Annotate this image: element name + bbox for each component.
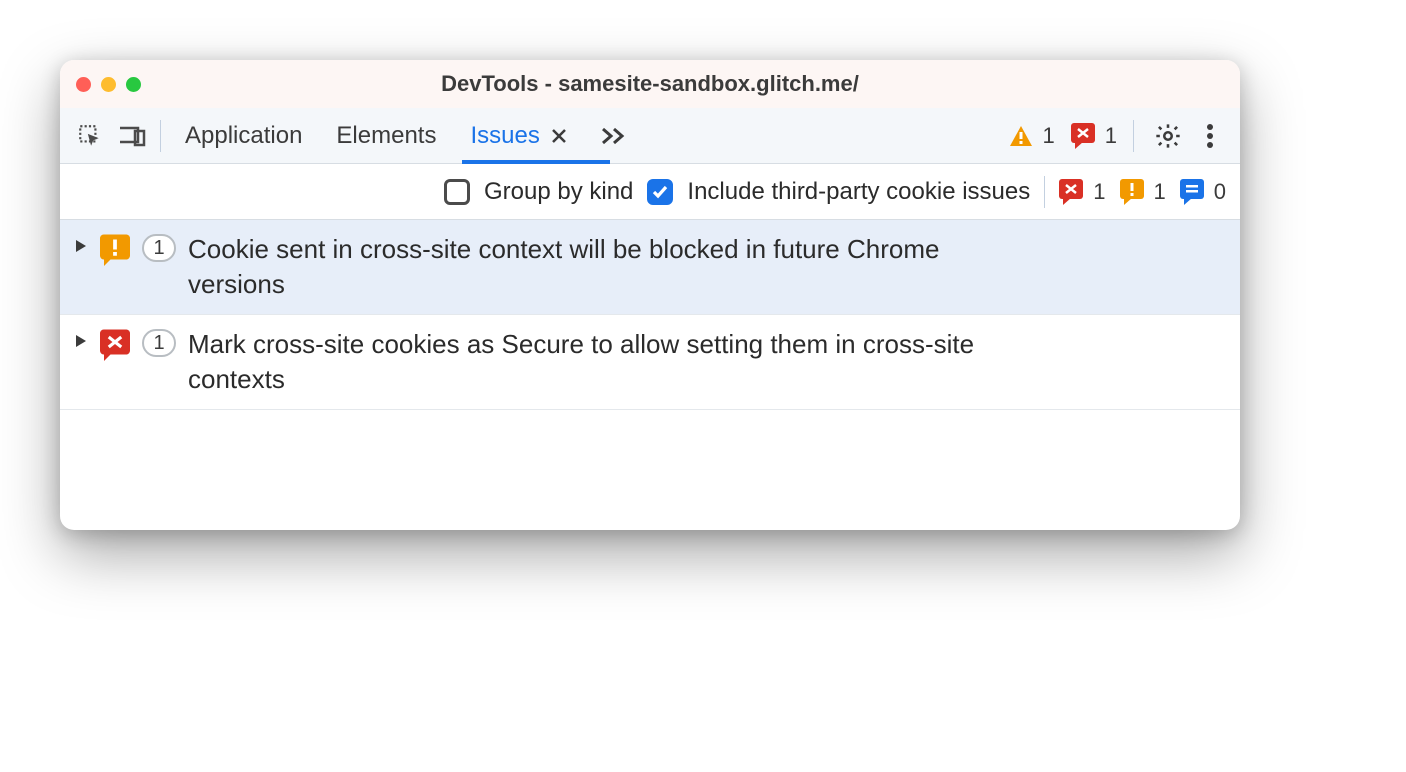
issue-row[interactable]: 1 Cookie sent in cross-site context will… bbox=[60, 220, 1240, 315]
include-third-party-label: Include third-party cookie issues bbox=[687, 178, 1030, 206]
warning-speech-icon bbox=[100, 234, 130, 267]
error-speech-icon[interactable] bbox=[1059, 179, 1083, 205]
empty-area bbox=[60, 410, 1240, 530]
tab-label: Elements bbox=[336, 122, 436, 150]
tab-issues[interactable]: Issues bbox=[456, 108, 581, 163]
minimize-window-button[interactable] bbox=[101, 77, 116, 92]
window-title: DevTools - samesite-sandbox.glitch.me/ bbox=[60, 71, 1240, 97]
issue-title: Mark cross-site cookies as Secure to all… bbox=[188, 327, 978, 397]
filter-issue-counters: 1 1 0 bbox=[1059, 179, 1226, 205]
inspect-element-icon[interactable] bbox=[72, 118, 108, 154]
device-toolbar-icon[interactable] bbox=[114, 118, 150, 154]
close-tab-icon[interactable] bbox=[550, 127, 568, 145]
error-count: 1 bbox=[1105, 123, 1117, 149]
warning-speech-icon[interactable] bbox=[1120, 179, 1144, 205]
warning-triangle-icon bbox=[1009, 125, 1033, 147]
header-issue-counters[interactable]: 1 1 bbox=[1009, 123, 1118, 149]
tab-label: Issues bbox=[470, 122, 539, 150]
close-window-button[interactable] bbox=[76, 77, 91, 92]
info-count: 0 bbox=[1214, 179, 1226, 205]
issue-title: Cookie sent in cross-site context will b… bbox=[188, 232, 978, 302]
more-tabs-icon[interactable] bbox=[596, 118, 632, 154]
group-by-kind-checkbox[interactable] bbox=[444, 179, 470, 205]
info-speech-icon[interactable] bbox=[1180, 179, 1204, 205]
window-controls bbox=[76, 77, 141, 92]
error-speech-icon bbox=[1071, 123, 1095, 149]
settings-gear-icon[interactable] bbox=[1150, 118, 1186, 154]
group-by-kind-label: Group by kind bbox=[484, 178, 633, 206]
toolbar-divider bbox=[1133, 120, 1134, 152]
issues-filter-bar: Group by kind Include third-party cookie… bbox=[60, 164, 1240, 220]
devtools-window: DevTools - samesite-sandbox.glitch.me/ A… bbox=[60, 60, 1240, 530]
kebab-menu-icon[interactable] bbox=[1192, 118, 1228, 154]
issue-count-badge: 1 bbox=[142, 329, 176, 357]
issue-row[interactable]: 1 Mark cross-site cookies as Secure to a… bbox=[60, 315, 1240, 410]
tab-label: Application bbox=[185, 122, 302, 150]
maximize-window-button[interactable] bbox=[126, 77, 141, 92]
issue-count-badge: 1 bbox=[142, 234, 176, 262]
disclosure-triangle-icon[interactable] bbox=[74, 333, 88, 349]
error-speech-icon bbox=[100, 329, 130, 362]
toolbar-divider bbox=[160, 120, 161, 152]
window-titlebar: DevTools - samesite-sandbox.glitch.me/ bbox=[60, 60, 1240, 108]
error-count: 1 bbox=[1093, 179, 1105, 205]
warning-count: 1 bbox=[1154, 179, 1166, 205]
tab-application[interactable]: Application bbox=[171, 108, 316, 163]
tab-elements[interactable]: Elements bbox=[322, 108, 450, 163]
warning-count: 1 bbox=[1043, 123, 1055, 149]
disclosure-triangle-icon[interactable] bbox=[74, 238, 88, 254]
include-third-party-checkbox[interactable] bbox=[647, 179, 673, 205]
main-toolbar: Application Elements Issues bbox=[60, 108, 1240, 164]
filter-divider bbox=[1044, 176, 1045, 208]
